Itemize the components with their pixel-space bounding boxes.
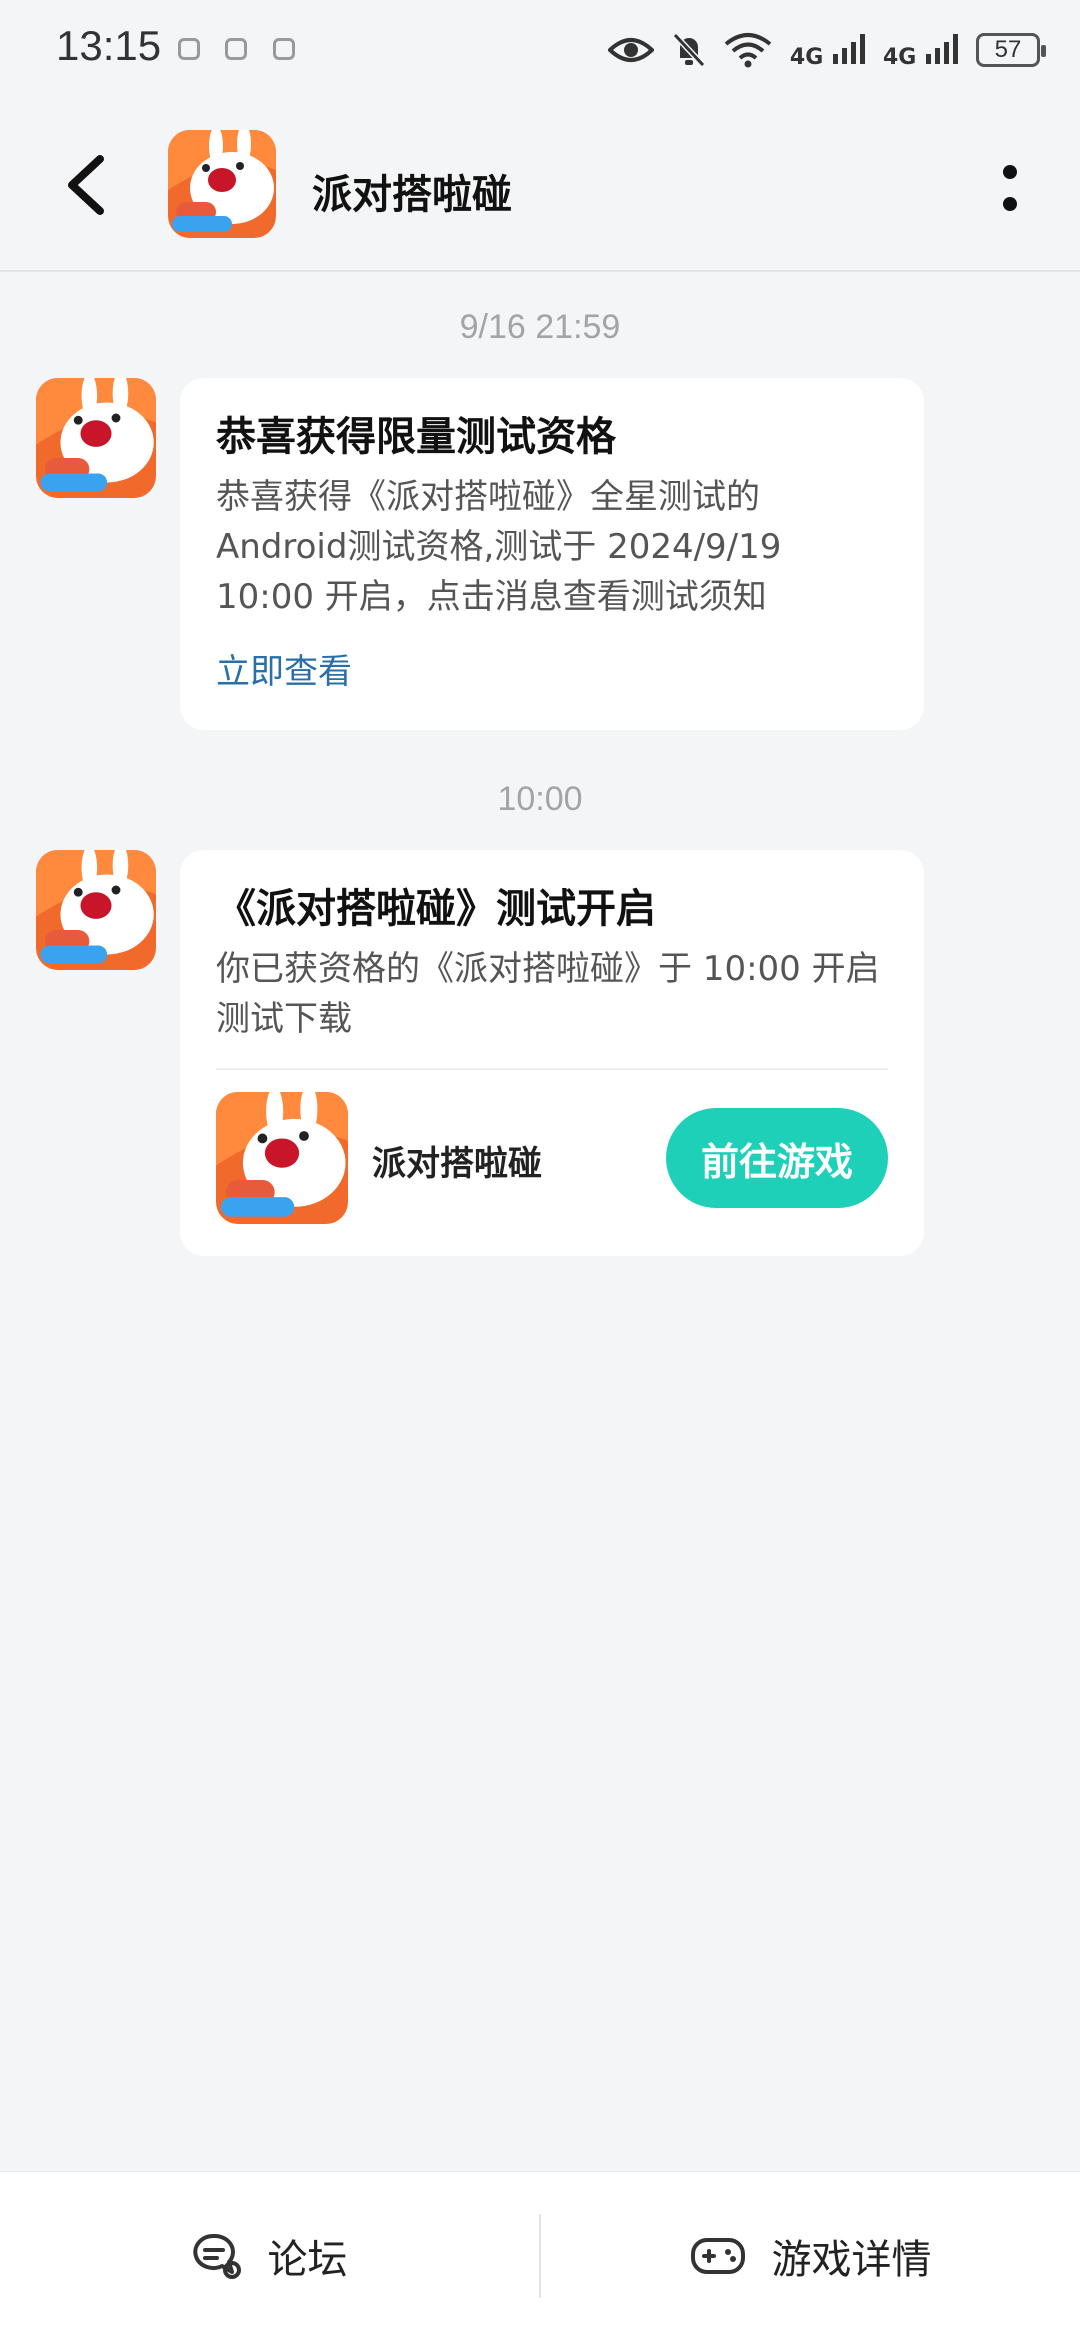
view-now-link[interactable]: 立即查看 xyxy=(216,644,888,693)
message-title: 恭喜获得限量测试资格 xyxy=(216,414,616,460)
message-body: 恭喜获得《派对搭啦碰》全星测试的Android测试资格,测试于 2024/9/1… xyxy=(216,477,782,617)
message-title: 《派对搭啦碰》测试开启 xyxy=(216,886,656,932)
vertical-dots-icon[interactable] xyxy=(980,158,1040,218)
message-timestamp: 9/16 21:59 xyxy=(459,308,621,346)
message-timestamp: 10:00 xyxy=(497,780,583,818)
app-avatar xyxy=(168,130,276,238)
eye-icon xyxy=(607,38,654,62)
message-body: 你已获资格的《派对搭啦碰》于 10:00 开启测试下载 xyxy=(216,949,880,1039)
game-details-label: 游戏详情 xyxy=(771,2237,932,2283)
battery-icon: 57 xyxy=(976,33,1046,67)
signal-icon xyxy=(832,32,865,64)
sender-avatar xyxy=(36,378,156,498)
go-to-game-button[interactable]: 前往游戏 xyxy=(666,1108,888,1208)
status-time: 13:15 xyxy=(56,22,162,69)
divider xyxy=(216,1068,888,1070)
wechat-notification-icon xyxy=(178,38,200,60)
sender-avatar xyxy=(36,850,156,970)
signal-icon xyxy=(926,32,958,64)
status-bar: 13:15 4G 4G 57 xyxy=(0,0,1080,100)
gamepad-icon xyxy=(690,2238,745,2274)
chevron-left-icon[interactable] xyxy=(50,145,130,225)
battery-level: 57 xyxy=(994,36,1022,63)
game-name: 派对搭啦碰 xyxy=(372,1144,542,1184)
network-type-2: 4G xyxy=(883,32,958,69)
message-card[interactable]: 《派对搭啦碰》测试开启 你已获资格的《派对搭啦碰》于 10:00 开启测试下载 … xyxy=(180,850,924,1256)
wechat-notification-icon xyxy=(273,38,295,60)
game-details-tab[interactable]: 游戏详情 xyxy=(541,2172,1080,2340)
message-card[interactable]: 恭喜获得限量测试资格 恭喜获得《派对搭啦碰》全星测试的Android测试资格,测… xyxy=(180,378,924,730)
game-card[interactable]: 派对搭啦碰 前往游戏 xyxy=(216,1092,888,1224)
game-icon xyxy=(216,1092,348,1224)
forum-label: 论坛 xyxy=(267,2237,348,2283)
forum-tab[interactable]: 论坛 xyxy=(0,2172,539,2340)
network-type-1: 4G xyxy=(790,32,865,69)
mute-bell-icon xyxy=(672,32,706,68)
bottom-nav: 论坛 游戏详情 xyxy=(0,2171,1080,2340)
wechat-notification-icon xyxy=(225,38,247,60)
title-bar: 派对搭啦碰 xyxy=(0,100,1080,272)
forum-chat-icon xyxy=(192,2233,241,2279)
page-title: 派对搭啦碰 xyxy=(312,172,512,218)
wifi-icon xyxy=(724,33,772,68)
